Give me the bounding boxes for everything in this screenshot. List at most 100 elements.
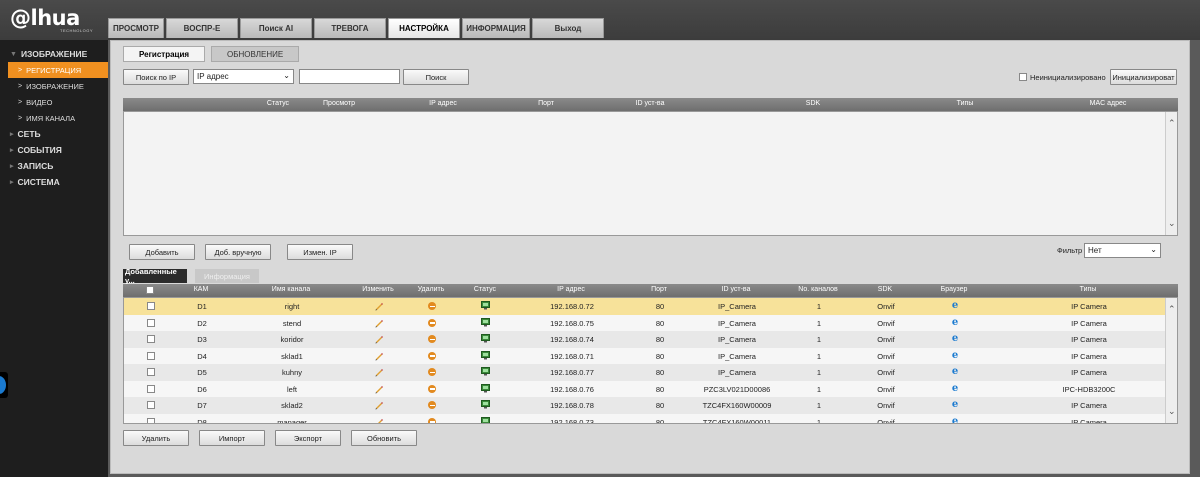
initialize-button[interactable]: Инициализироват: [1110, 69, 1177, 85]
table-row[interactable]: D3 koridor 192.168.0.74 80 IP_Camera 1 Onvif IP…: [124, 331, 1167, 348]
column-header[interactable]: Статус: [267, 100, 289, 107]
browser-icon[interactable]: e: [952, 317, 958, 328]
browser-icon[interactable]: e: [952, 350, 958, 361]
tab-0[interactable]: ПРОСМОТР: [108, 18, 164, 38]
row-checkbox[interactable]: [147, 401, 155, 409]
devices-scrollbar[interactable]: ⌃ ⌄: [1165, 298, 1177, 423]
edit-icon[interactable]: [374, 301, 384, 311]
browser-icon[interactable]: e: [952, 333, 958, 344]
table-row[interactable]: D5 kuhny 192.168.0.77 80 IP_Camera 1 Onvif IP C…: [124, 364, 1167, 381]
delete-button[interactable]: Удалить: [123, 430, 189, 446]
import-button[interactable]: Импорт: [199, 430, 265, 446]
column-header[interactable]: MAC адрес: [1090, 100, 1127, 107]
table-row[interactable]: D8 manager 192.168.0.73 80 TZC4FX160W00011 1 O…: [124, 413, 1167, 424]
row-checkbox[interactable]: [147, 351, 155, 360]
edit-icon[interactable]: [374, 400, 384, 410]
tab-5[interactable]: ИНФОРМАЦИЯ: [462, 18, 530, 38]
column-header[interactable]: IP адрес: [557, 286, 585, 293]
delete-icon[interactable]: [428, 401, 436, 409]
side-float-icon[interactable]: [0, 372, 8, 398]
edit-icon[interactable]: [374, 384, 384, 394]
ip-input[interactable]: [299, 69, 400, 84]
tab-6[interactable]: Выход: [532, 18, 604, 38]
sidebar-item-image[interactable]: > ИЗОБРАЖЕНИЕ: [0, 78, 108, 94]
export-button[interactable]: Экспорт: [275, 430, 341, 446]
refresh-button[interactable]: Обновить: [351, 430, 417, 446]
tab-information[interactable]: Информация: [195, 269, 259, 283]
column-header[interactable]: Типы: [957, 100, 974, 107]
tab-update[interactable]: ОБНОВЛЕНИЕ: [211, 46, 300, 62]
browser-icon[interactable]: e: [952, 416, 958, 424]
table-row[interactable]: D7 sklad2 192.168.0.78 80 TZC4FX160W00009 1 On…: [124, 397, 1167, 414]
edit-icon[interactable]: [374, 334, 384, 344]
row-checkbox[interactable]: [147, 335, 155, 343]
browser-icon[interactable]: e: [952, 366, 958, 377]
cell-channels: 1: [816, 351, 822, 361]
table-row[interactable]: D1 right 192.168.0.72 80 IP_Camera 1 Onvif IP C…: [124, 298, 1167, 315]
column-header[interactable]: SDK: [878, 286, 892, 293]
change-ip-button[interactable]: Измен. IP: [287, 244, 353, 260]
row-checkbox[interactable]: [147, 318, 155, 327]
delete-icon[interactable]: [428, 384, 436, 393]
search-type-select[interactable]: IP адрес ⌄: [193, 69, 294, 84]
select-all-checkbox[interactable]: [146, 286, 154, 294]
row-checkbox[interactable]: [147, 417, 155, 423]
sidebar-section-system[interactable]: ▸ СИСТЕМА: [0, 174, 108, 190]
browser-icon[interactable]: e: [952, 383, 958, 394]
column-header[interactable]: Просмотр: [323, 100, 355, 107]
tab-2[interactable]: Поиск AI: [240, 18, 312, 38]
edit-icon[interactable]: [374, 351, 384, 361]
row-checkbox[interactable]: [147, 302, 155, 310]
table-row[interactable]: D6 left 192.168.0.76 80 PZC3LV021D00086 1 Onvi…: [124, 380, 1167, 397]
search-results-scrollbar[interactable]: ⌃ ⌄: [1165, 112, 1177, 235]
table-row[interactable]: D2 stend 192.168.0.75 80 IP_Camera 1 Onvif IP C…: [124, 314, 1167, 331]
tab-3[interactable]: ТРЕВОГА: [314, 18, 386, 38]
browser-icon[interactable]: e: [952, 300, 958, 311]
edit-icon[interactable]: [374, 367, 384, 377]
delete-icon[interactable]: [428, 417, 436, 423]
column-header[interactable]: Статус: [474, 286, 496, 293]
search-button[interactable]: Поиск: [403, 69, 469, 85]
sidebar-section-record[interactable]: ▸ ЗАПИСЬ: [0, 158, 108, 174]
sidebar-item-registration[interactable]: > РЕГИСТРАЦИЯ: [8, 62, 108, 78]
devices-header: КАМ Имя канала Изменить Удалить Статус IP адр…: [123, 284, 1178, 297]
delete-icon[interactable]: [428, 335, 436, 343]
sidebar-section-network[interactable]: ▸ СЕТЬ: [0, 126, 108, 142]
edit-icon[interactable]: [374, 417, 384, 423]
tab-registration[interactable]: Регистрация: [123, 46, 206, 62]
column-header[interactable]: Имя канала: [272, 286, 310, 293]
sidebar-item-video[interactable]: > ВИДЕО: [0, 94, 108, 110]
column-header[interactable]: Типы: [1080, 286, 1097, 293]
delete-icon[interactable]: [428, 318, 436, 327]
column-header[interactable]: Порт: [538, 100, 554, 107]
column-header[interactable]: Удалить: [418, 286, 445, 293]
column-header[interactable]: Порт: [651, 286, 667, 293]
column-header[interactable]: SDK: [806, 100, 820, 107]
edit-icon[interactable]: [374, 318, 384, 328]
tab-added-devices[interactable]: Добавленные у...: [123, 267, 187, 285]
column-header[interactable]: Браузер: [941, 286, 968, 293]
delete-icon[interactable]: [428, 368, 436, 376]
column-header[interactable]: IP адрес: [429, 100, 457, 107]
column-header[interactable]: ID уст-ва: [722, 286, 751, 293]
sidebar-item-channel-name[interactable]: > ИМЯ КАНАЛА: [0, 110, 108, 126]
column-header[interactable]: No. каналов: [798, 286, 837, 293]
column-header[interactable]: Изменить: [362, 286, 394, 293]
browser-icon[interactable]: e: [952, 399, 958, 410]
filter-select[interactable]: Нет ⌄: [1084, 243, 1161, 258]
manual-add-button[interactable]: Доб. вручную: [205, 244, 271, 260]
row-checkbox[interactable]: [147, 368, 155, 376]
search-by-ip-button[interactable]: Поиск по IP: [123, 69, 189, 85]
table-row[interactable]: D4 sklad1 192.168.0.71 80 IP_Camera 1 Onvif IP …: [124, 347, 1167, 364]
column-header[interactable]: КАМ: [194, 286, 209, 293]
uninitialized-checkbox[interactable]: [1019, 73, 1027, 81]
sidebar-section-image[interactable]: ▼ ИЗОБРАЖЕНИЕ: [0, 46, 108, 62]
tab-1[interactable]: ВОСПР-Е: [166, 18, 238, 38]
add-button[interactable]: Добавить: [129, 244, 195, 260]
row-checkbox[interactable]: [147, 384, 155, 393]
delete-icon[interactable]: [428, 351, 436, 360]
tab-4[interactable]: НАСТРОЙКА: [388, 18, 460, 38]
delete-icon[interactable]: [428, 302, 436, 310]
sidebar-section-events[interactable]: ▸ СОБЫТИЯ: [0, 142, 108, 158]
column-header[interactable]: ID уст-ва: [636, 100, 665, 107]
